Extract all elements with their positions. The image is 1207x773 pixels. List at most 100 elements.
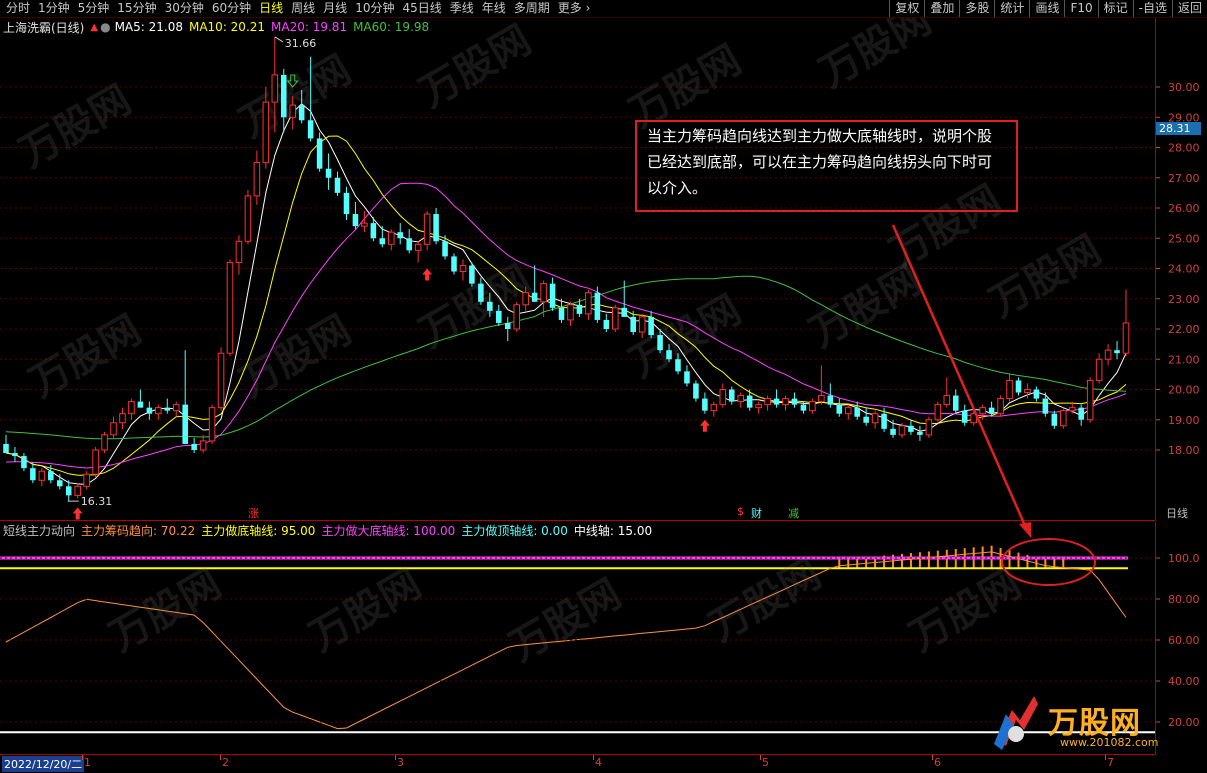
month-tick: [760, 755, 761, 760]
candle-body: [657, 335, 663, 351]
toolbar-button-1[interactable]: 叠加: [924, 0, 959, 17]
candle-body: [48, 471, 54, 481]
candle-body: [1060, 410, 1067, 427]
candle: [871, 410, 879, 429]
buy-arrow-icon: [422, 268, 433, 281]
site-logo: 万股网 www.201082.com: [990, 690, 1190, 752]
candle: [1104, 344, 1112, 366]
period-tabs: 分时 1分钟 5分钟 15分钟 30分钟 60分钟 日线 周线 月线 10分钟 45日线 季线 年线 多周…: [3, 0, 595, 17]
candle: [755, 401, 762, 414]
candle: [648, 310, 654, 339]
candle-body: [164, 407, 171, 411]
candle: [504, 316, 511, 342]
month-label: 1: [84, 756, 91, 769]
candle-body: [612, 307, 619, 330]
toolbar-button-8[interactable]: 返回: [1171, 0, 1207, 17]
period-tab-13[interactable]: 多周期: [511, 0, 555, 17]
candle-body: [567, 304, 574, 321]
candle: [12, 446, 18, 463]
candle-body: [226, 261, 234, 354]
candle: [388, 229, 395, 251]
candle-body: [675, 359, 681, 372]
candle-body: [522, 292, 529, 306]
candle-body: [110, 422, 117, 436]
low-label: 16.31: [81, 495, 113, 508]
period-tab-9[interactable]: 10分钟: [352, 0, 399, 17]
candle-body: [997, 398, 1004, 415]
candle-body: [585, 292, 592, 315]
candle-body: [549, 283, 556, 308]
watermark-text: 万股网: [502, 571, 629, 671]
period-tab-7[interactable]: 周线: [288, 0, 320, 17]
toolbar-button-0[interactable]: 复权: [889, 0, 924, 17]
candle: [719, 383, 727, 408]
candle-body: [809, 401, 816, 412]
toolbar-button-5[interactable]: F10: [1064, 0, 1097, 17]
candle: [83, 471, 90, 490]
candle-body: [217, 352, 225, 409]
candle-body: [289, 104, 296, 118]
candle: [827, 383, 834, 408]
candle-body: [423, 213, 431, 245]
buy-arrow-icon: [699, 419, 710, 432]
period-tab-10[interactable]: 45日线: [399, 0, 446, 17]
watermark-text: 万股网: [232, 307, 359, 407]
event-tag-jian[interactable]: 减: [788, 505, 799, 521]
candle-body: [925, 419, 933, 436]
price-tick-label: 19.00: [1168, 414, 1200, 427]
period-tab-12[interactable]: 年线: [479, 0, 511, 17]
period-tab-5[interactable]: 60分钟: [209, 0, 256, 17]
candle-body: [119, 413, 126, 424]
period-tab-0[interactable]: 分时: [3, 0, 35, 17]
indicator-chart[interactable]: 万股网 万股网 万股网 万股网 万股网: [0, 522, 1155, 762]
toolbar-button-3[interactable]: 统计: [994, 0, 1029, 17]
toolbar-button-2[interactable]: 多股: [959, 0, 994, 17]
event-tag-cai[interactable]: 财: [751, 505, 762, 521]
candle: [791, 392, 798, 408]
candle-body: [943, 395, 951, 406]
period-tab-4[interactable]: 30分钟: [162, 0, 209, 17]
watermark-text: 万股网: [702, 551, 829, 651]
candle-body: [844, 407, 852, 415]
candle-body: [451, 256, 457, 272]
candle: [997, 395, 1004, 417]
candle-body: [1078, 407, 1084, 420]
candle: [316, 132, 323, 172]
candle: [199, 434, 207, 454]
toolbar-button-7[interactable]: -自选: [1132, 0, 1172, 17]
candle-body: [1122, 322, 1130, 354]
candle-body: [191, 443, 197, 450]
candlestick-panel[interactable]: 万股网 万股网 万股网 万股网 万股网 万股网 万股网 万股网 万股网 万股网 万股网 万股网 31.6…: [0, 0, 1156, 521]
period-tab-1[interactable]: 1分钟: [35, 0, 75, 17]
toolbar-button-6[interactable]: 标记: [1097, 0, 1133, 17]
candle: [226, 259, 234, 357]
event-tag-dollar[interactable]: $: [737, 505, 744, 518]
date-axis: 2022/12/20/二 1234567: [0, 754, 1155, 772]
candle: [352, 201, 359, 230]
candle-body: [621, 307, 628, 317]
period-tab-14[interactable]: 更多 ›: [555, 0, 596, 17]
candle-body: [208, 407, 216, 442]
candle: [728, 386, 735, 405]
candle-body: [298, 105, 305, 121]
candle-body: [719, 389, 727, 406]
candle: [217, 347, 225, 411]
indicator-panel[interactable]: 万股网 万股网 万股网 万股网 万股网: [0, 522, 1156, 762]
price-tick-label: 26.00: [1168, 202, 1200, 215]
period-tab-2[interactable]: 5分钟: [75, 0, 115, 17]
candle-body: [244, 195, 252, 242]
candle-body: [1086, 379, 1094, 421]
candle-body: [271, 74, 279, 103]
period-tab-3[interactable]: 15分钟: [114, 0, 161, 17]
candle-body: [638, 316, 646, 333]
candle: [30, 462, 36, 484]
period-tab-6[interactable]: 日线: [256, 0, 288, 17]
candle: [451, 253, 457, 275]
candle-body: [3, 443, 9, 454]
event-tag-zhang[interactable]: 涨: [248, 505, 259, 521]
logo-url: www.201082.com: [1060, 736, 1159, 749]
candlestick-chart[interactable]: 万股网 万股网 万股网 万股网 万股网万股网万股网 万股网万股网 万股网 万股网 万股网31.6…: [0, 0, 1155, 520]
period-tab-11[interactable]: 季线: [447, 0, 479, 17]
toolbar-button-4[interactable]: 画线: [1029, 0, 1064, 17]
period-tab-8[interactable]: 月线: [320, 0, 352, 17]
